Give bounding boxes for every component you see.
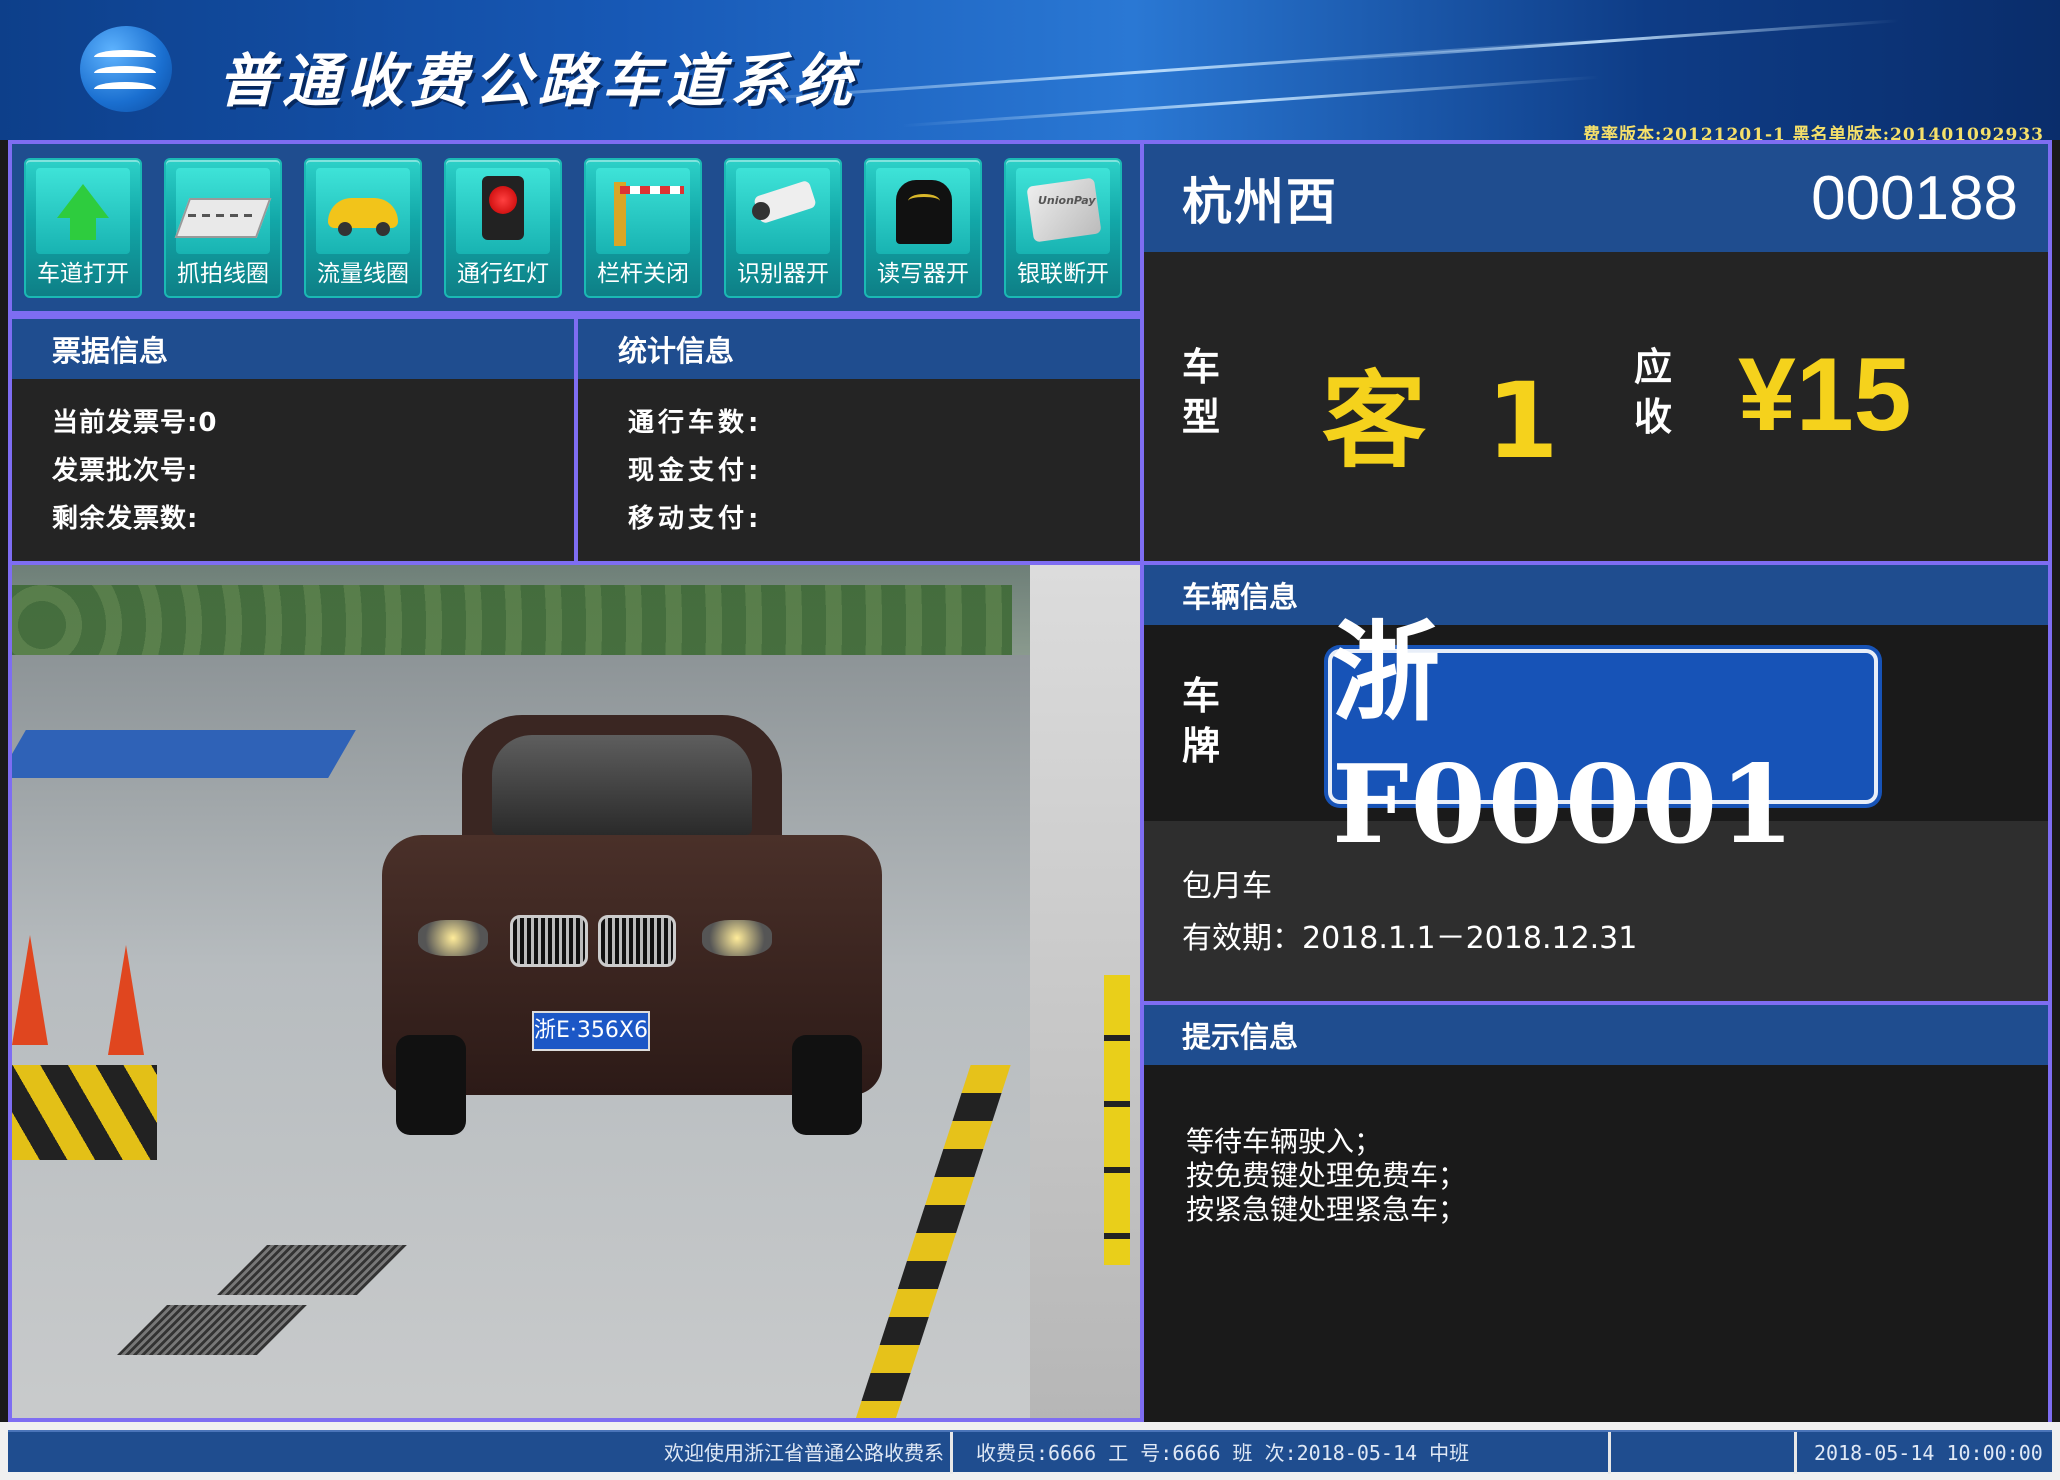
plate-number: 浙F00001 [1332, 609, 1797, 868]
vehicle-type-value: 客 1 [1322, 360, 1571, 482]
traffic-coil-car-icon [316, 167, 410, 254]
status-welcome: 欢迎使用浙江省普通公路收费系 [664, 1441, 944, 1465]
lane-code: 000188 [1811, 163, 2018, 233]
app-title: 普通收费公路车道系统 [218, 47, 859, 115]
station-fee-panel: 杭州西 000188 车型 客 1 应收 ¥15 [1140, 140, 2052, 565]
header-streak [900, 75, 1600, 128]
hint-info-title: 提示信息 [1144, 1005, 2048, 1065]
unionpay-disconnect-button[interactable]: UnionPay 银联断开 [1004, 157, 1122, 298]
version-info: 费率版本:20121201-1 黑名单版本:201401092933 [1583, 125, 2044, 140]
capture-coil-button[interactable]: 抓拍线圈 [164, 157, 282, 298]
recognizer-open-label: 识别器开 [737, 260, 829, 287]
header-streak [1300, 19, 1900, 64]
capture-coil-icon [174, 167, 272, 254]
card-reader-icon [876, 167, 970, 254]
lane-open-button[interactable]: 车道打开 [24, 157, 142, 298]
mobile-payment: 移动支付: [628, 504, 763, 534]
ticket-info-title: 票据信息 [12, 319, 574, 379]
app-logo [80, 26, 172, 112]
ticket-info-panel: 票据信息 当前发票号:0 发票批次号: 剩余发票数: [8, 315, 578, 565]
current-invoice-number: 当前发票号:0 [52, 408, 218, 438]
unionpay-disconnect-label: 银联断开 [1017, 260, 1109, 287]
hint-line: 按紧急键处理紧急车； [1186, 1193, 1467, 1226]
vehicle-count: 通行车数: [628, 408, 763, 438]
red-light-button[interactable]: 通行红灯 [444, 157, 562, 298]
fee-row: 车型 客 1 应收 ¥15 [1144, 252, 2048, 552]
traffic-coil-label: 流量线圈 [317, 260, 409, 287]
lane-camera-view: 浙E·356X6 [8, 561, 1144, 1422]
red-light-icon [456, 167, 550, 254]
camera-concrete-barrier [12, 1065, 157, 1160]
barrier-gate-icon [596, 167, 690, 254]
lane-open-arrow-icon [36, 167, 130, 254]
app-header: 普通收费公路车道系统 费率版本:20121201-1 黑名单版本:2014010… [0, 0, 2060, 140]
stats-info-title: 统计信息 [578, 319, 1140, 379]
station-header: 杭州西 000188 [1144, 144, 2048, 252]
fee-value: ¥15 [1738, 337, 1912, 453]
barrier-pole [1104, 975, 1130, 1265]
reader-open-label: 读写器开 [877, 260, 969, 287]
status-bar: 欢迎使用浙江省普通公路收费系 收费员:6666 工 号:6666 班 次:201… [0, 1422, 2060, 1480]
status-empty-cell [1614, 1432, 1794, 1474]
traffic-cone [108, 945, 144, 1055]
hint-body: 等待车辆驶入； 按免费键处理免费车； 按紧急键处理紧急车； [1144, 1065, 2048, 1422]
traffic-coil-button[interactable]: 流量线圈 [304, 157, 422, 298]
unionpay-card-icon: UnionPay [1016, 167, 1110, 254]
recognizer-open-button[interactable]: 识别器开 [724, 157, 842, 298]
monthly-pass-label: 包月车 [1182, 869, 1272, 904]
status-separator [1794, 1432, 1797, 1474]
device-toolbar: 车道打开 抓拍线圈 流量线圈 通行红灯 栏杆关闭 识别器开 读写器开 Union… [8, 140, 1144, 315]
vehicle-type-label: 车型 [1182, 345, 1221, 439]
stats-info-panel: 统计信息 通行车数: 现金支付: 移动支付: [574, 315, 1144, 565]
invoice-batch-number: 发票批次号: [52, 456, 199, 486]
plate-display: 浙F00001 [1328, 610, 1878, 868]
plate-row: 车牌 浙F00001 [1144, 610, 2048, 868]
hint-line: 按免费键处理免费车； [1186, 1159, 1467, 1192]
status-datetime: 2018-05-14 10:00:00 [1814, 1441, 2043, 1465]
vehicle-info-panel: 车辆信息 车牌 浙F00001 包月车 有效期：2018.1.1－2018.12… [1140, 561, 2052, 1009]
station-name: 杭州西 [1182, 173, 1338, 231]
hint-line: 等待车辆驶入； [1186, 1125, 1383, 1158]
reader-open-button[interactable]: 读写器开 [864, 157, 982, 298]
status-separator [1608, 1432, 1611, 1474]
hint-info-panel: 提示信息 等待车辆驶入； 按免费键处理免费车； 按紧急键处理紧急车； [1140, 1001, 2052, 1422]
camera-trees [12, 585, 1012, 655]
barrier-close-label: 栏杆关闭 [597, 260, 689, 287]
traffic-cone [12, 935, 48, 1045]
status-separator [950, 1432, 953, 1474]
plate-label: 车牌 [1182, 674, 1221, 768]
fee-label: 应收 [1634, 345, 1673, 439]
cash-payment: 现金支付: [628, 456, 763, 486]
barrier-close-button[interactable]: 栏杆关闭 [584, 157, 702, 298]
captured-vehicle: 浙E·356X6 [382, 715, 912, 1145]
captured-plate: 浙E·356X6 [532, 1011, 650, 1051]
capture-coil-label: 抓拍线圈 [177, 260, 269, 287]
red-light-label: 通行红灯 [457, 260, 549, 287]
camera-blue-marking [12, 730, 356, 778]
validity-period: 有效期：2018.1.1－2018.12.31 [1182, 921, 1638, 956]
status-operator-shift: 收费员:6666 工 号:6666 班 次:2018-05-14 中班 [976, 1441, 1470, 1465]
remaining-invoices: 剩余发票数: [52, 504, 199, 534]
recognition-camera-icon [736, 167, 830, 254]
lane-open-label: 车道打开 [37, 260, 129, 287]
